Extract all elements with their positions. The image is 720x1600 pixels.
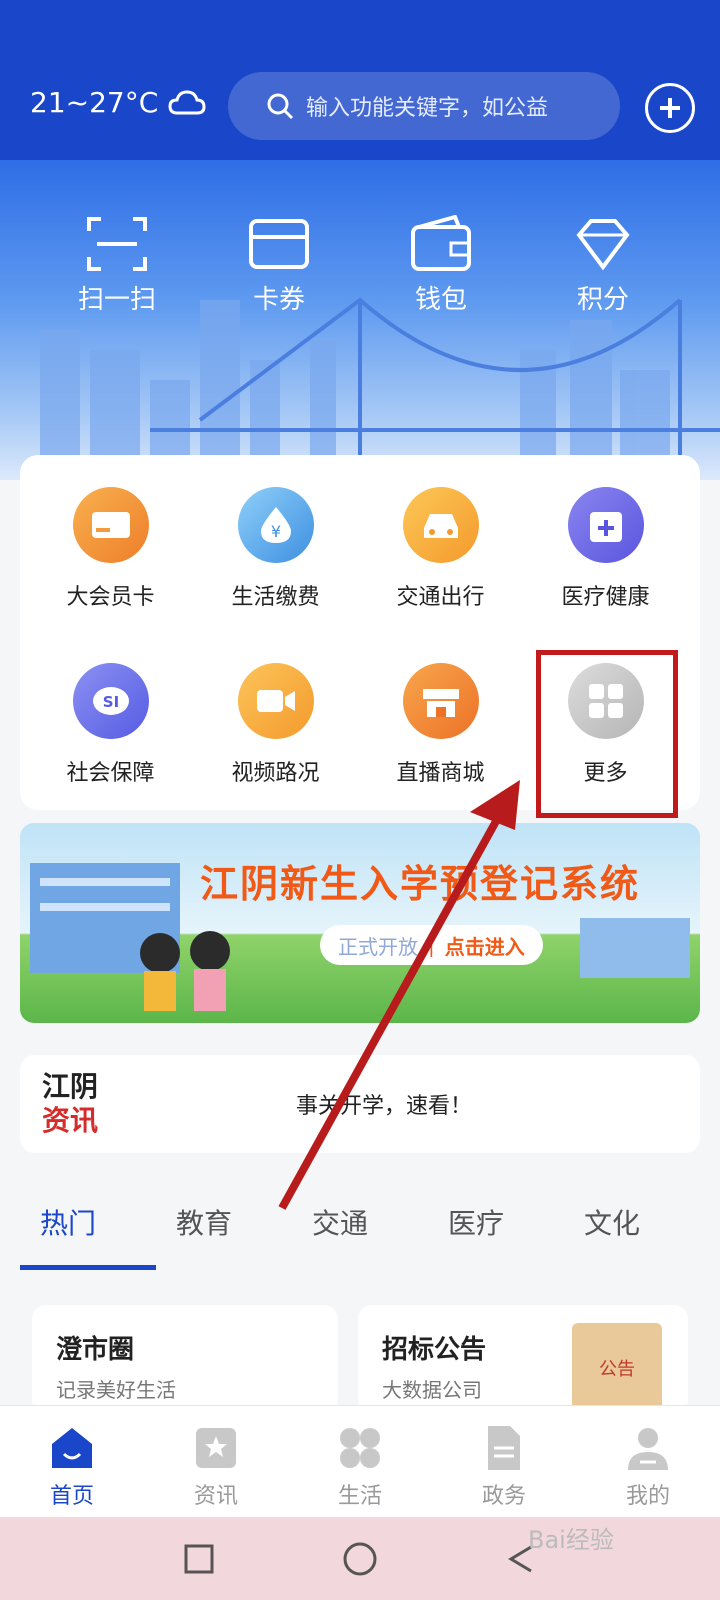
video-icon <box>237 663 314 739</box>
nav-news[interactable]: 资讯 <box>156 1406 276 1517</box>
scan-icon <box>87 217 147 271</box>
nav-home[interactable]: 首页 <box>12 1406 132 1517</box>
home-circle-icon[interactable] <box>342 1541 378 1577</box>
card-title: 澄市圈 <box>56 1335 135 1365</box>
banner-cta-right: 点击进入 <box>444 934 525 959</box>
status-bar <box>0 0 720 40</box>
svg-text:¥: ¥ <box>270 522 280 541</box>
banner-title: 江阴新生入学预登记系统 <box>200 862 641 906</box>
service-video-traffic[interactable]: 视频路况 <box>193 663 358 787</box>
service-label: 直播商城 <box>396 761 485 786</box>
car-icon <box>402 487 479 563</box>
service-member-card[interactable]: 大会员卡 <box>28 487 193 611</box>
logo-line-2: 资讯 <box>42 1104 99 1137</box>
recent-apps-icon[interactable] <box>183 1543 215 1575</box>
weather-widget[interactable]: 21~27°C <box>30 86 206 119</box>
jiangyin-news-logo: 江阴 资讯 <box>42 1070 112 1138</box>
watermark: Bai经验 <box>528 1526 614 1554</box>
nav-label: 首页 <box>49 1484 94 1509</box>
service-live-shop[interactable]: 直播商城 <box>358 663 523 787</box>
tab-traffic[interactable]: 交通 <box>272 1190 408 1270</box>
service-label: 生活缴费 <box>231 585 320 610</box>
payment-icon: ¥ <box>237 487 314 563</box>
notice-badge-text: 公告 <box>599 1359 635 1380</box>
nav-label: 资讯 <box>193 1484 238 1509</box>
weather-temperature: 21~27°C <box>30 86 159 119</box>
nav-life[interactable]: 生活 <box>300 1406 420 1517</box>
nav-government[interactable]: 政务 <box>444 1406 564 1517</box>
card-icon <box>249 219 309 269</box>
app-header: 21~27°C 输入功能关键字，如公益 <box>0 0 720 160</box>
banner-cta-button[interactable]: 正式开放 | 点击进入 <box>320 925 543 965</box>
nav-profile[interactable]: 我的 <box>588 1406 708 1517</box>
nav-label: 政务 <box>481 1484 526 1509</box>
plus-icon <box>660 98 680 118</box>
profile-icon <box>628 1428 668 1470</box>
search-input[interactable]: 输入功能关键字，如公益 <box>228 72 620 140</box>
cloud-icon <box>168 89 206 114</box>
quick-action-points[interactable]: 积分 <box>543 215 663 316</box>
svg-text:SI: SI <box>102 693 118 711</box>
card-subtitle: 记录美好生活 <box>56 1378 176 1402</box>
calendar-plus-icon <box>567 487 644 563</box>
banner-cta-left: 正式开放 <box>338 934 418 959</box>
banner-cta-divider: | <box>428 933 435 957</box>
service-label: 社会保障 <box>66 761 155 786</box>
feature-card-tender-notice[interactable]: 招标公告 大数据公司 公告 <box>358 1305 688 1415</box>
quick-action-card[interactable]: 卡券 <box>219 215 339 316</box>
news-ticker[interactable]: 江阴 资讯 事关开学，速看！ <box>20 1055 700 1153</box>
feature-card-chengshiquan[interactable]: 澄市圈 记录美好生活 <box>32 1305 338 1415</box>
enrollment-banner[interactable]: 江阴新生入学预登记系统 正式开放 | 点击进入 <box>20 823 700 1023</box>
bottom-navigation: 首页 资讯 生活 政务 我的 <box>0 1405 720 1517</box>
shop-icon <box>402 663 479 739</box>
tab-culture[interactable]: 文化 <box>544 1190 680 1270</box>
news-icon <box>196 1428 236 1468</box>
document-icon <box>488 1426 520 1470</box>
quick-action-label: 钱包 <box>414 285 467 315</box>
add-button[interactable] <box>645 83 695 133</box>
member-card-icon <box>72 487 149 563</box>
nav-label: 生活 <box>337 1484 382 1509</box>
service-label: 大会员卡 <box>66 585 155 610</box>
service-social-security[interactable]: SI 社会保障 <box>28 663 193 787</box>
service-label: 视频路况 <box>231 761 320 786</box>
category-tabs: 热门 教育 交通 医疗 文化 <box>0 1190 720 1270</box>
wallet-icon <box>411 215 471 271</box>
service-transport[interactable]: 交通出行 <box>358 487 523 611</box>
life-icon <box>340 1428 380 1468</box>
search-icon <box>267 93 294 120</box>
service-label: 医疗健康 <box>561 585 650 610</box>
quick-action-label: 扫一扫 <box>77 285 156 315</box>
diamond-icon <box>576 219 630 271</box>
tab-medical[interactable]: 医疗 <box>408 1190 544 1270</box>
service-medical[interactable]: 医疗健康 <box>523 487 688 611</box>
service-label: 交通出行 <box>396 585 485 610</box>
service-life-payment[interactable]: ¥ 生活缴费 <box>193 487 358 611</box>
hero-banner: 扫一扫 卡券 钱包 积分 <box>0 160 720 480</box>
home-icon <box>52 1428 92 1468</box>
city-skyline-illustration <box>40 297 720 480</box>
nav-label: 我的 <box>625 1484 670 1509</box>
quick-actions: 扫一扫 卡券 钱包 积分 <box>0 215 720 316</box>
ticker-text: 事关开学，速看！ <box>296 1094 473 1119</box>
quick-action-scan[interactable]: 扫一扫 <box>57 215 177 316</box>
annotation-highlight-box <box>536 650 678 818</box>
tab-hot[interactable]: 热门 <box>0 1190 156 1270</box>
social-security-icon: SI <box>72 663 149 739</box>
quick-action-label: 积分 <box>576 285 629 315</box>
quick-action-label: 卡券 <box>252 285 305 315</box>
tab-education[interactable]: 教育 <box>136 1190 272 1270</box>
notice-badge-illustration: 公告 <box>572 1323 662 1413</box>
search-placeholder: 输入功能关键字，如公益 <box>306 96 549 121</box>
logo-line-1: 江阴 <box>42 1070 99 1103</box>
quick-action-wallet[interactable]: 钱包 <box>381 215 501 316</box>
